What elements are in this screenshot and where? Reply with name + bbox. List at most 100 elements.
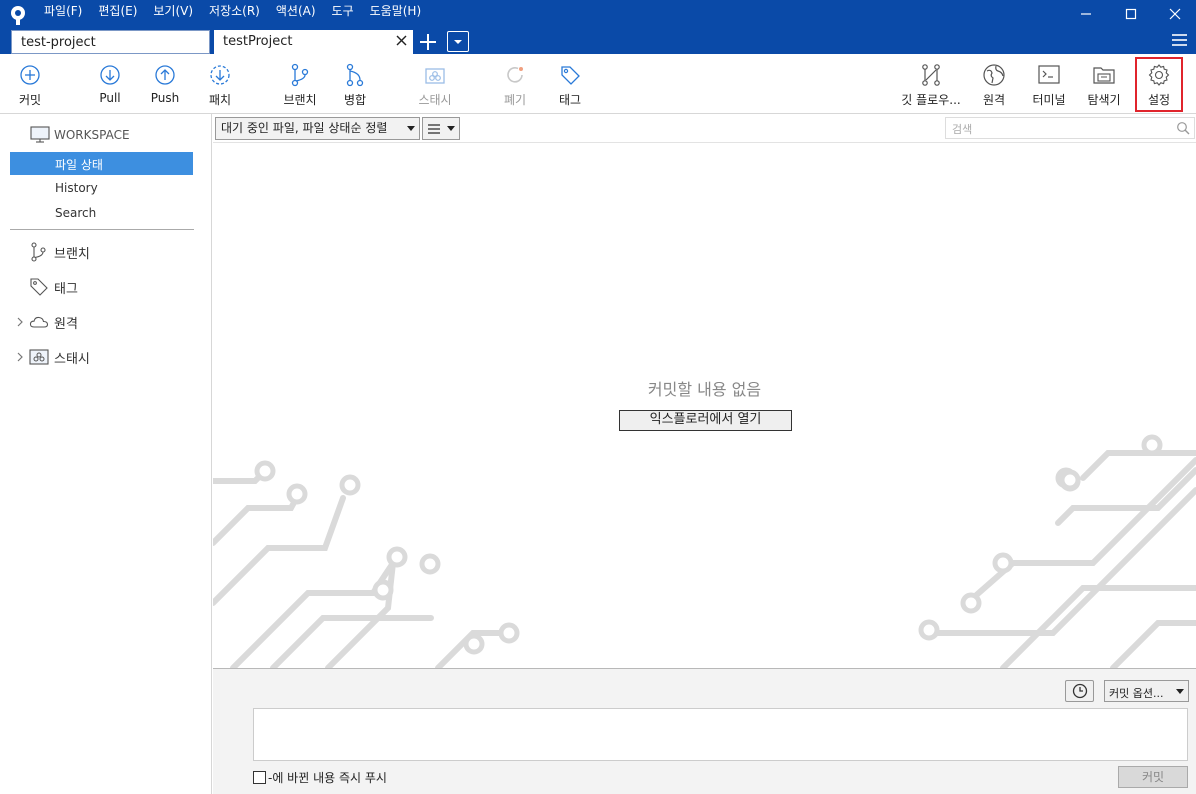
tag-button[interactable]: 태그 (553, 54, 587, 112)
branch-button[interactable]: 브랜치 (279, 54, 321, 112)
commit-message-input[interactable] (253, 708, 1188, 761)
sidebar-item-file-status[interactable]: 파일 상태 (10, 152, 193, 175)
sourcetree-logo-icon (11, 6, 25, 25)
merge-button[interactable]: 병합 (338, 54, 372, 112)
tag-icon (30, 278, 48, 296)
branch-icon (31, 242, 46, 262)
merge-label: 병합 (343, 93, 367, 107)
remote-button[interactable]: 원격 (978, 54, 1010, 112)
chevron-down-icon (407, 126, 415, 131)
remote-label: 원격 (982, 93, 1006, 107)
stash-icon (425, 68, 445, 84)
stash-icon (29, 349, 49, 365)
merge-icon (346, 63, 364, 87)
maximize-button[interactable] (1108, 0, 1154, 28)
sidebar-item-remotes[interactable]: 원격 (14, 310, 78, 334)
plus-circle-icon (20, 65, 40, 85)
chevron-down-icon (454, 39, 462, 44)
chevron-right-icon[interactable] (14, 316, 26, 328)
file-status-toolbar: 대기 중인 파일, 파일 상태순 정렬 검색 (213, 114, 1196, 143)
discard-icon (507, 67, 523, 83)
title-bar: 파일(F) 편집(E) 보기(V) 저장소(R) 액션(A) 도구 도움말(H)… (0, 0, 1196, 54)
main-toolbar: 커밋 Pull Push 패치 브랜치 병합 스태시 폐기 태그 깃 플로우..… (0, 54, 1196, 114)
view-mode-dropdown[interactable] (422, 117, 460, 140)
maximize-icon (1125, 8, 1137, 20)
tab-label: test-project (21, 35, 96, 50)
settings-highlight-box (1135, 57, 1183, 112)
terminal-icon (1038, 65, 1060, 84)
sidebar-item-label: 스태시 (54, 351, 90, 367)
branch-label: 브랜치 (283, 93, 317, 107)
sidebar-item-branches[interactable]: 브랜치 (14, 240, 90, 264)
stash-button[interactable]: 스태시 (413, 54, 457, 112)
search-icon (1177, 122, 1190, 135)
sidebar: WORKSPACE 파일 상태 History Search 브랜치 태그 원격… (0, 114, 212, 794)
sidebar-item-search[interactable]: Search (10, 202, 193, 225)
add-tab-icon[interactable] (418, 32, 438, 52)
file-status-panel: 커밋할 내용 없음 익스플로러에서 열기 (213, 143, 1196, 668)
fetch-icon (210, 65, 230, 85)
git-flow-icon (922, 64, 940, 86)
pull-label: Pull (99, 91, 121, 105)
menu-help[interactable]: 도움말(H) (362, 0, 430, 22)
commit-label: 커밋 (18, 93, 42, 107)
sidebar-item-tags[interactable]: 태그 (14, 275, 78, 299)
empty-state-message: 커밋할 내용 없음 (647, 380, 762, 399)
tab-close-icon[interactable] (395, 34, 408, 47)
tab-test-project[interactable]: test-project (11, 30, 210, 54)
menu-repository[interactable]: 저장소(R) (201, 0, 268, 22)
fetch-label: 패치 (208, 93, 232, 107)
sort-dropdown[interactable]: 대기 중인 파일, 파일 상태순 정렬 (215, 117, 420, 140)
menu-bar: 파일(F) 편집(E) 보기(V) 저장소(R) 액션(A) 도구 도움말(H) (36, 0, 429, 22)
push-button[interactable]: Push (147, 54, 183, 112)
tab-list-dropdown[interactable] (447, 31, 469, 52)
workspace-header: WORKSPACE (30, 126, 130, 144)
explorer-label: 탐색기 (1087, 93, 1121, 107)
list-icon (428, 124, 440, 134)
menu-actions[interactable]: 액션(A) (268, 0, 324, 22)
terminal-button[interactable]: 터미널 (1030, 54, 1068, 112)
fetch-button[interactable]: 패치 (202, 54, 238, 112)
folder-icon (1093, 67, 1115, 84)
close-window-button[interactable] (1152, 0, 1196, 28)
clock-icon (1072, 683, 1087, 699)
git-flow-button[interactable]: 깃 플로우... (898, 54, 964, 112)
commit-options-dropdown[interactable]: 커밋 옵션... (1104, 680, 1189, 702)
search-input[interactable]: 검색 (945, 117, 1195, 139)
menu-view[interactable]: 보기(V) (145, 0, 201, 22)
circuit-background-decoration (213, 434, 1196, 668)
commit-panel: 커밋 옵션... -에 바뀐 내용 즉시 푸시 커밋 (213, 668, 1196, 794)
chevron-down-icon (1176, 689, 1184, 694)
push-immediately-option[interactable]: -에 바뀐 내용 즉시 푸시 (253, 769, 387, 786)
chevron-right-icon[interactable] (14, 351, 26, 363)
tab-label: testProject (223, 34, 293, 49)
stash-label: 스태시 (418, 93, 452, 107)
push-immediately-checkbox[interactable] (253, 771, 266, 784)
menu-file[interactable]: 파일(F) (36, 0, 90, 22)
search-placeholder: 검색 (952, 123, 973, 136)
sidebar-item-history[interactable]: History (10, 177, 193, 200)
globe-icon (983, 64, 1005, 86)
arrow-down-circle-icon (100, 65, 120, 85)
open-in-explorer-button[interactable]: 익스플로러에서 열기 (619, 410, 792, 431)
commit-button[interactable]: 커밋 (10, 54, 50, 112)
discard-label: 폐기 (503, 93, 527, 107)
push-immediately-label: -에 바뀐 내용 즉시 푸시 (268, 771, 387, 785)
menu-edit[interactable]: 편집(E) (90, 0, 145, 22)
hamburger-menu-icon[interactable] (1171, 32, 1188, 48)
commit-submit-button[interactable]: 커밋 (1118, 766, 1188, 788)
push-label: Push (150, 91, 180, 105)
explorer-button[interactable]: 탐색기 (1084, 54, 1124, 112)
arrow-up-circle-icon (155, 65, 175, 85)
sidebar-item-label: 원격 (54, 316, 78, 332)
discard-button[interactable]: 폐기 (499, 54, 531, 112)
sidebar-item-label: 브랜치 (54, 246, 90, 262)
commit-options-label: 커밋 옵션... (1109, 687, 1164, 700)
commit-history-button[interactable] (1065, 680, 1094, 702)
tab-testproject[interactable]: testProject (214, 30, 413, 54)
minimize-button[interactable] (1063, 0, 1109, 28)
sidebar-item-stashes[interactable]: 스태시 (14, 345, 90, 369)
cloud-icon (29, 316, 49, 328)
pull-button[interactable]: Pull (92, 54, 128, 112)
menu-tools[interactable]: 도구 (324, 0, 362, 22)
